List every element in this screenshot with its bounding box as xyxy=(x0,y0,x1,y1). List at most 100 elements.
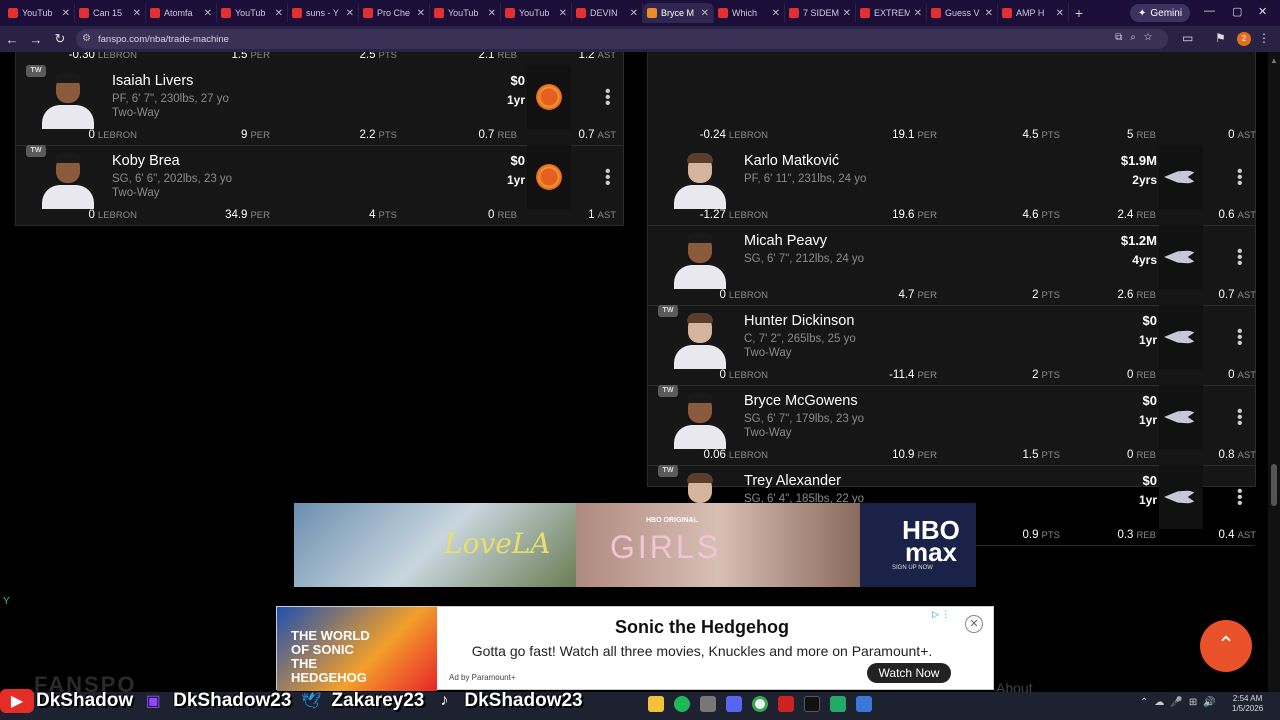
tab-close-icon[interactable]: ✕ xyxy=(985,8,993,19)
recorder-icon[interactable] xyxy=(778,696,794,712)
favicon-icon xyxy=(292,8,302,18)
ad-loveLA[interactable]: LoveLA xyxy=(294,503,576,587)
browser-tab[interactable]: AMP H ✕ xyxy=(998,3,1069,23)
discord-icon[interactable] xyxy=(726,696,742,712)
tab-close-icon[interactable]: ✕ xyxy=(772,8,780,19)
tab-close-icon[interactable]: ✕ xyxy=(701,8,709,19)
tab-close-icon[interactable]: ✕ xyxy=(843,8,851,19)
page-scrollbar[interactable]: ▲ xyxy=(1268,52,1280,692)
app-icon[interactable] xyxy=(830,696,846,712)
player-headshot xyxy=(670,311,730,369)
headshot-hair xyxy=(687,393,713,403)
stat-pts: 0.9 PTS xyxy=(1023,529,1060,541)
scroll-to-top-button[interactable]: ⌃ xyxy=(1200,620,1252,672)
tab-close-icon[interactable]: ✕ xyxy=(630,8,638,19)
file-explorer-icon[interactable] xyxy=(648,696,664,712)
zoom-icon[interactable]: ⌕ xyxy=(1130,32,1144,43)
close-window-icon[interactable]: ✕ xyxy=(1258,5,1267,18)
tab-close-icon[interactable]: ✕ xyxy=(204,8,212,19)
tab-close-icon[interactable]: ✕ xyxy=(275,8,283,19)
browser-tab[interactable]: YouTub ✕ xyxy=(430,3,501,23)
app-icon[interactable] xyxy=(700,696,716,712)
bookmark-star-icon[interactable]: ☆ xyxy=(1144,32,1160,43)
chrome-icon[interactable] xyxy=(752,696,768,712)
menu-icon[interactable]: ⋮ xyxy=(1258,31,1270,45)
more-options-icon[interactable]: • • • xyxy=(1237,244,1243,272)
player-name[interactable]: Koby Brea xyxy=(112,153,180,169)
footer-about-link[interactable]: About xyxy=(996,680,1033,692)
system-tray[interactable]: ⌃☁🎤⊞🔊 xyxy=(1140,697,1222,708)
watch-now-button[interactable]: Watch Now xyxy=(867,663,951,683)
player-name[interactable]: Bryce McGowens xyxy=(744,393,858,409)
more-options-icon[interactable]: • • • xyxy=(1237,404,1243,432)
app-icon[interactable] xyxy=(856,696,872,712)
stat-lebron: 0 LEBRON xyxy=(720,289,768,301)
tab-close-icon[interactable]: ✕ xyxy=(346,8,354,19)
back-icon[interactable]: ← xyxy=(0,32,24,47)
stat-value: 0 xyxy=(1127,369,1134,381)
browser-tab[interactable]: Bryce M ✕ xyxy=(643,3,714,23)
adchoices-icon[interactable]: ▷ ⋮ xyxy=(932,609,950,620)
browser-tab[interactable]: DEVIN ✕ xyxy=(572,3,643,23)
bottom-ad[interactable]: THE WORLD OF SONIC THE HEDGEHOG Sonic th… xyxy=(276,606,994,691)
stat-ast: 0.6 AST xyxy=(1219,209,1256,221)
sidebar-icon[interactable]: ▭ xyxy=(1182,31,1193,45)
browser-tab[interactable]: EXTREM ✕ xyxy=(856,3,927,23)
more-options-icon[interactable]: • • • xyxy=(1237,324,1243,352)
scroll-up-icon[interactable]: ▲ xyxy=(1270,56,1278,65)
more-options-icon[interactable]: • • • xyxy=(605,84,611,112)
tab-close-icon[interactable]: ✕ xyxy=(559,8,567,19)
scrollbar-thumb[interactable] xyxy=(1271,464,1277,506)
stat-label: LEBRON xyxy=(728,130,768,141)
browser-tab[interactable]: suns - Y ✕ xyxy=(288,3,359,23)
maximize-icon[interactable]: ▢ xyxy=(1232,5,1242,18)
ad-banner-row[interactable]: LoveLA HBO ORIGINAL GIRLS HBO max SIGN UP … xyxy=(294,503,976,587)
player-name[interactable]: Trey Alexander xyxy=(744,473,841,489)
stat-label: PTS xyxy=(1041,450,1060,461)
browser-tab[interactable]: YouTub ✕ xyxy=(501,3,572,23)
tab-close-icon[interactable]: ✕ xyxy=(488,8,496,19)
tiktok-app-icon[interactable] xyxy=(804,696,820,712)
player-name[interactable]: Karlo Matković xyxy=(744,153,839,169)
close-ad-icon[interactable]: ✕ xyxy=(965,615,983,633)
site-settings-icon[interactable]: ⚙ xyxy=(82,33,91,44)
browser-tab[interactable]: Which ✕ xyxy=(714,3,785,23)
player-name[interactable]: Isaiah Livers xyxy=(112,73,193,89)
stat-lebron: -1.27 LEBRON xyxy=(700,209,768,221)
more-options-icon[interactable]: • • • xyxy=(1237,484,1243,512)
browser-tab[interactable]: Pro Che ✕ xyxy=(359,3,430,23)
tab-close-icon[interactable]: ✕ xyxy=(133,8,141,19)
tab-close-icon[interactable]: ✕ xyxy=(914,8,922,19)
player-name[interactable]: Micah Peavy xyxy=(744,233,827,249)
gemini-button[interactable]: ✦ Gemini xyxy=(1130,4,1191,22)
player-name[interactable]: Hunter Dickinson xyxy=(744,313,854,329)
ad-girls[interactable]: HBO ORIGINAL GIRLS xyxy=(576,503,860,587)
profile-avatar[interactable]: 2 xyxy=(1237,32,1251,46)
reload-icon[interactable]: ↻ xyxy=(48,31,72,47)
browser-tab[interactable]: Atomfa ✕ xyxy=(146,3,217,23)
stat-row: 0 LEBRON 9 PER 2.2 PTS 0.7 REB 0.7 AST xyxy=(16,129,623,145)
minimize-icon[interactable]: — xyxy=(1204,5,1215,17)
tab-close-icon[interactable]: ✕ xyxy=(1056,8,1064,19)
more-options-icon[interactable]: • • • xyxy=(1237,164,1243,192)
new-tab-button[interactable]: + xyxy=(1069,5,1089,21)
browser-tab[interactable]: YouTub ✕ xyxy=(4,3,75,23)
stat-label: PTS xyxy=(1041,130,1060,141)
url-bar[interactable]: ⚙ fanspo.com/nba/trade-machine ⧉⌕☆ xyxy=(76,29,1168,49)
browser-tab[interactable]: Guess V ✕ xyxy=(927,3,998,23)
stat-value: 0.8 xyxy=(1218,449,1235,461)
browser-tab[interactable]: 7 SIDEM ✕ xyxy=(785,3,856,23)
stat-label: REB xyxy=(497,130,517,141)
more-options-icon[interactable]: • • • xyxy=(605,164,611,192)
browser-tab[interactable]: Can 15 ✕ xyxy=(75,3,146,23)
browser-tab[interactable]: YouTub ✕ xyxy=(217,3,288,23)
install-icon[interactable]: ⧉ xyxy=(1115,32,1130,43)
ad-hbo-max[interactable]: HBO max SIGN UP NOW xyxy=(860,503,976,587)
spotify-icon[interactable] xyxy=(674,696,690,712)
stat-label: PER xyxy=(250,210,270,221)
tab-close-icon[interactable]: ✕ xyxy=(62,8,70,19)
extensions-icon[interactable]: ⚑ xyxy=(1215,31,1226,45)
tab-close-icon[interactable]: ✕ xyxy=(417,8,425,19)
taskbar-clock[interactable]: 2:54 AM 1/5/2026 xyxy=(1232,694,1263,714)
forward-icon[interactable]: → xyxy=(24,32,48,47)
